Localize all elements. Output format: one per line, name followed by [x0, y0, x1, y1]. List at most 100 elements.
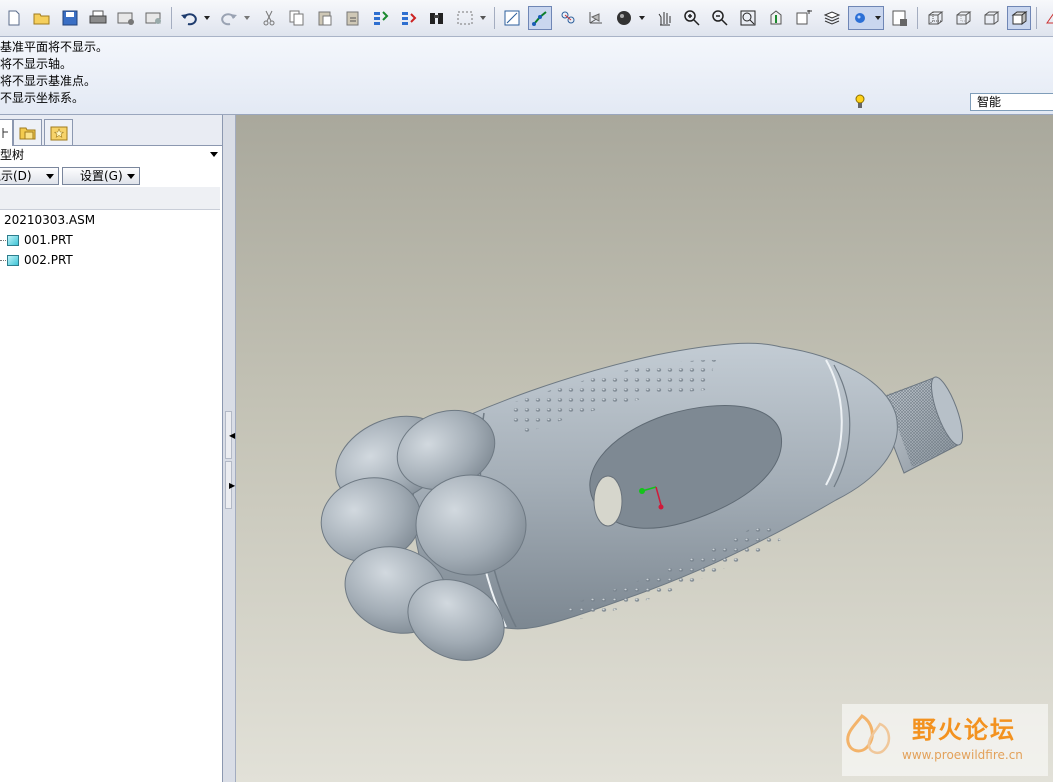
model-tree-title-dropdown[interactable]: 模型树 [0, 146, 222, 164]
message-line: 将不显示基准点。 [0, 74, 97, 88]
scissors-icon [263, 10, 275, 26]
open-file-button[interactable] [30, 6, 54, 30]
coordinate-system-display-button[interactable] [584, 6, 608, 30]
undo-button[interactable] [177, 6, 213, 30]
watermark-url: www.proewildfire.cn [902, 748, 1023, 762]
shaded-sphere-icon [617, 11, 645, 25]
datum-plane-icon [504, 10, 520, 26]
tab-model-tree[interactable] [0, 119, 13, 146]
undo-icon [181, 13, 210, 26]
save-icon [62, 10, 78, 26]
message-line: 将不显示轴。 [0, 57, 73, 71]
hidden-line-view-button[interactable] [951, 6, 975, 30]
chevron-right-icon: ▶ [229, 481, 236, 490]
reorient-icon [770, 10, 782, 25]
shaded-view-button[interactable] [1007, 6, 1031, 30]
part-icon [7, 235, 19, 246]
send-link-button[interactable] [142, 6, 166, 30]
model-setup-button[interactable] [888, 6, 912, 30]
toolbar-separator [917, 7, 918, 29]
copy-button[interactable] [285, 6, 309, 30]
tab-favorites[interactable] [44, 119, 73, 145]
coordinate-system-icon [589, 12, 602, 24]
layers-button[interactable] [820, 6, 844, 30]
bottle-model[interactable] [236, 115, 1053, 782]
redo-button[interactable] [217, 6, 253, 30]
message-area: 基准平面将不显示。 将不显示轴。 将不显示基准点。 不显示坐标系。 [0, 37, 1053, 115]
datum-axis-display-button[interactable] [528, 6, 552, 30]
refit-button[interactable] [736, 6, 760, 30]
regenerate-manager-button[interactable] [397, 6, 421, 30]
reorient-button[interactable] [764, 6, 788, 30]
status-light-icon[interactable] [852, 92, 868, 112]
tab-folder-browser[interactable] [13, 119, 42, 145]
save-button[interactable] [58, 6, 82, 30]
part-icon [7, 255, 19, 266]
select-box-button[interactable] [453, 6, 489, 30]
chevron-down-icon [46, 174, 54, 179]
zoom-out-icon [712, 10, 728, 26]
paste-button[interactable] [313, 6, 337, 30]
tree-part-node[interactable]: 001.PRT [24, 232, 73, 248]
paste-special-icon [346, 11, 359, 26]
settings-menu-label: 设置(G) [80, 169, 123, 183]
regenerate-icon [374, 11, 389, 25]
wireframe-view-button[interactable] [923, 6, 947, 30]
tree-part-node[interactable]: 002.PRT [24, 252, 73, 268]
tree-root-node[interactable]: 20210303.ASM [4, 212, 95, 228]
new-file-icon [8, 10, 20, 26]
expand-navigator-handle[interactable]: ▶ [225, 461, 236, 509]
show-menu-button[interactable]: 显示(D) [0, 167, 59, 185]
redo-icon [221, 13, 250, 26]
favorites-icon [50, 126, 67, 140]
saved-views-button[interactable] [792, 6, 816, 30]
print-button[interactable] [86, 6, 110, 30]
collapse-navigator-handle[interactable]: ◀ [225, 411, 236, 459]
zoom-in-button[interactable] [680, 6, 704, 30]
navigator-panel: 模型树 显示(D) 设置(G) 20210303.ASM 001.PRT 002… [0, 115, 223, 782]
sketch-button[interactable] [1042, 6, 1053, 30]
send-mail-button[interactable] [114, 6, 138, 30]
pan-button[interactable] [652, 6, 676, 30]
selection-box-icon [457, 11, 486, 25]
datum-point-icon [561, 11, 575, 24]
selection-filter-dropdown[interactable]: 智能 [970, 93, 1053, 111]
toolbar-separator [494, 7, 495, 29]
paste-special-button[interactable] [341, 6, 365, 30]
model-tree-tab-icon [2, 128, 8, 138]
new-file-button[interactable] [2, 6, 26, 30]
tree-part-label: 002.PRT [24, 253, 73, 267]
shading-style-button[interactable] [612, 6, 648, 30]
shaded-cube-icon [1011, 11, 1028, 25]
no-hidden-view-button[interactable] [979, 6, 1003, 30]
tree-connector [0, 260, 6, 261]
show-menu-label: 显示(D) [0, 169, 32, 183]
chevron-left-icon: ◀ [229, 431, 236, 440]
watermark-logo: 野火论坛 www.proewildfire.cn [842, 704, 1048, 776]
mail-link-icon [145, 12, 161, 24]
wireframe-cube-icon [928, 11, 944, 25]
mail-icon [117, 12, 134, 25]
settings-menu-button[interactable]: 设置(G) [62, 167, 140, 185]
datum-plane-display-button[interactable] [500, 6, 524, 30]
folder-open-icon [33, 13, 50, 25]
regenerate-button[interactable] [369, 6, 393, 30]
appearance-button[interactable] [848, 6, 884, 30]
navigator-tabs [0, 115, 222, 146]
bottle-base[interactable] [314, 397, 527, 675]
main-toolbar [0, 0, 1053, 37]
datum-point-display-button[interactable] [556, 6, 580, 30]
refit-icon [740, 10, 756, 26]
graphics-window[interactable]: 野火论坛 www.proewildfire.cn [236, 115, 1053, 782]
chevron-down-icon [210, 152, 218, 157]
find-button[interactable] [425, 6, 449, 30]
tree-connector [0, 240, 6, 241]
cut-button[interactable] [257, 6, 281, 30]
datum-axis-icon [532, 11, 547, 26]
zoom-out-button[interactable] [708, 6, 732, 30]
chevron-down-icon [127, 174, 135, 179]
toolbar-separator [1036, 7, 1037, 29]
panel-splitter[interactable]: ◀ ▶ [223, 115, 236, 782]
model-tree-title: 模型树 [0, 148, 25, 162]
message-line: 不显示坐标系。 [0, 91, 85, 105]
